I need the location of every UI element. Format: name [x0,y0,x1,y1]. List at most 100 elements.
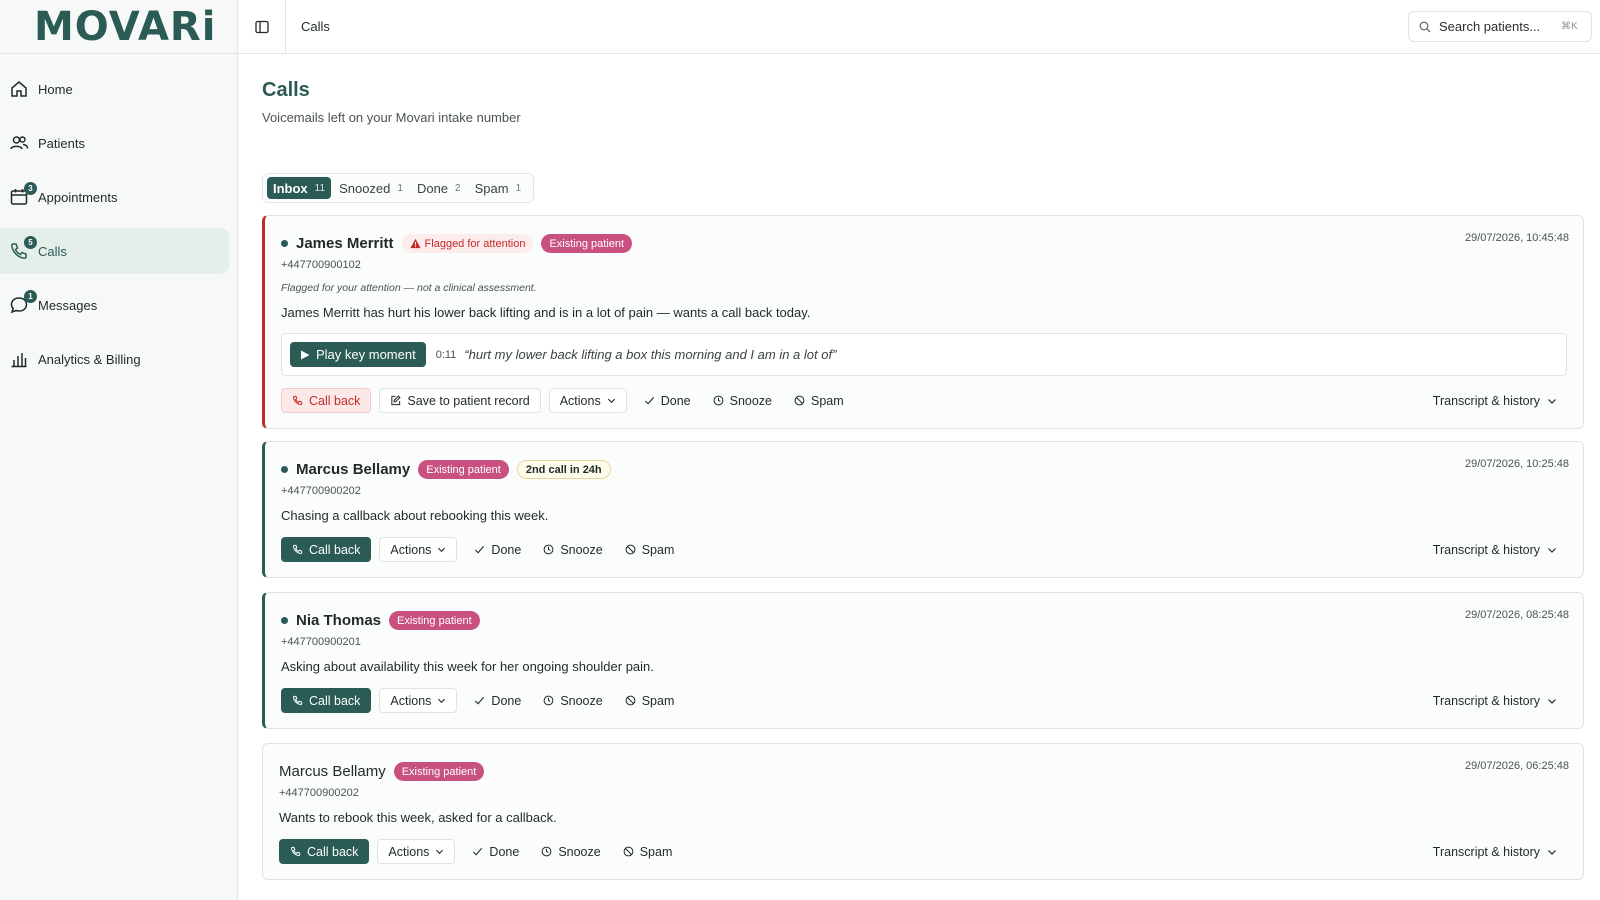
actions-dropdown-button[interactable]: Actions [377,839,456,864]
chevron-down-icon [607,398,615,404]
spam-button[interactable]: Spam [616,537,684,562]
call-actions: Call back Actions Done Snooze Spam [279,839,685,864]
transcript-history-toggle[interactable]: Transcript & history [1433,394,1557,408]
save-to-patient-record-button[interactable]: Save to patient record [379,388,541,413]
tab-inbox[interactable]: Inbox 11 [267,177,332,199]
play-key-moment-button[interactable]: Play key moment [290,342,426,367]
snooze-label: Snooze [560,693,603,708]
tab-snoozed[interactable]: Snoozed 1 [333,177,409,199]
snooze-label: Snooze [560,542,603,557]
existing-patient-badge: Existing patient [418,460,509,479]
search-box[interactable]: ⌘K [1408,11,1592,42]
snooze-button[interactable]: Snooze [534,688,611,713]
sidebar-item-messages[interactable]: 1 Messages [0,282,229,328]
snooze-button[interactable]: Snooze [704,388,781,413]
call-card[interactable]: Nia Thomas Existing patient 29/07/2026, … [262,592,1584,729]
check-icon [473,847,483,856]
sidebar-item-appointments[interactable]: 3 Appointments [0,174,229,220]
flagged-badge-label: Flagged for attention [424,237,526,250]
caller-phone: +447700900202 [281,485,361,497]
call-back-label: Call back [309,693,361,708]
call-status-tabs: Inbox 11 Snoozed 1 Done 2 Spam 1 [262,173,535,203]
chevron-down-icon [1548,399,1556,404]
unread-dot [281,466,288,473]
call-card[interactable]: Marcus Bellamy Existing patient 2nd call… [262,441,1584,578]
caller-phone: +447700900201 [281,636,361,648]
existing-patient-badge: Existing patient [389,611,480,630]
call-back-label: Call back [309,393,361,408]
snooze-button[interactable]: Snooze [532,839,609,864]
spam-button[interactable]: Spam [614,839,682,864]
done-label: Done [489,844,520,859]
snooze-button[interactable]: Snooze [534,537,611,562]
transcript-history-label: Transcript & history [1432,543,1540,557]
caller-name[interactable]: Marcus Bellamy [296,461,410,478]
sidebar-item-patients[interactable]: Patients [0,120,229,166]
sidebar-item-label: Calls [38,243,67,259]
sidebar-item-analytics[interactable]: Analytics & Billing [0,336,229,382]
done-button[interactable]: Done [465,688,530,713]
transcript-history-toggle[interactable]: Transcript & history [1433,845,1557,859]
sidebar: MOVARi Home Patients 3 Appointments 5 Ca… [0,0,238,900]
breadcrumb: Calls [301,19,330,34]
actions-dropdown-button[interactable]: Actions [548,388,627,413]
search-icon [1419,21,1431,32]
search-input[interactable] [1439,19,1557,34]
done-button[interactable]: Done [465,537,530,562]
transcript-history-toggle[interactable]: Transcript & history [1433,543,1557,557]
call-card[interactable]: Marcus Bellamy Existing patient 29/07/20… [262,743,1584,880]
chart-icon [9,349,29,369]
home-icon [9,79,29,99]
actions-dropdown-button[interactable]: Actions [379,537,458,562]
transcript-history-label: Transcript & history [1432,694,1540,708]
sidebar-item-label: Home [38,81,73,97]
caller-name[interactable]: James Merritt [296,235,394,252]
call-back-button[interactable]: Call back [279,839,370,864]
spam-button[interactable]: Spam [616,688,684,713]
call-back-button[interactable]: Call back [281,688,372,713]
call-back-label: Call back [307,844,359,859]
sidebar-nav: Home Patients 3 Appointments 5 Calls 1 M… [0,54,237,382]
spam-label: Spam [641,693,675,708]
topbar: Calls ⌘K [238,0,1600,54]
play-icon [301,350,310,359]
sidebar-item-calls[interactable]: 5 Calls [0,228,229,274]
flagged-badge: Flagged for attention [401,234,534,253]
transcript-history-toggle[interactable]: Transcript & history [1433,694,1557,708]
actions-label: Actions [559,393,601,408]
tab-spam[interactable]: Spam 1 [469,177,528,199]
existing-patient-badge: Existing patient [541,234,633,253]
unread-dot [281,240,288,247]
chevron-down-icon [1548,548,1556,553]
movari-logo[interactable]: MOVARi [34,7,216,47]
sidebar-item-home[interactable]: Home [0,66,229,112]
repeat-call-badge: 2nd call in 24h [516,460,611,479]
spam-button[interactable]: Spam [785,388,853,413]
warning-icon [410,238,421,249]
done-button[interactable]: Done [463,839,528,864]
call-back-button[interactable]: Call back [281,537,372,562]
call-back-button[interactable]: Call back [281,388,372,413]
tab-done[interactable]: Done 2 [411,177,467,199]
play-key-moment-label: Play key moment [316,347,416,362]
caller-name[interactable]: Marcus Bellamy [279,763,386,780]
clock-icon [543,544,554,555]
tab-count: 2 [455,182,461,194]
caller-name[interactable]: Nia Thomas [296,612,381,629]
edit-icon [391,395,402,406]
users-icon [9,133,29,153]
appointments-count-badge: 3 [24,182,37,195]
sidebar-toggle-button[interactable] [238,0,286,54]
chevron-down-icon [438,698,446,704]
key-moment-quote: “hurt my lower back lifting a box this m… [464,347,837,362]
block-icon [794,395,805,406]
done-button[interactable]: Done [635,388,700,413]
actions-label: Actions [390,693,432,708]
clock-icon [543,695,554,706]
tab-label: Inbox [273,180,308,196]
chevron-down-icon [438,547,446,553]
messages-count-badge: 1 [24,290,37,303]
actions-dropdown-button[interactable]: Actions [379,688,458,713]
snooze-label: Snooze [729,393,773,408]
call-card[interactable]: James Merritt Flagged for attention Exis… [262,215,1584,429]
